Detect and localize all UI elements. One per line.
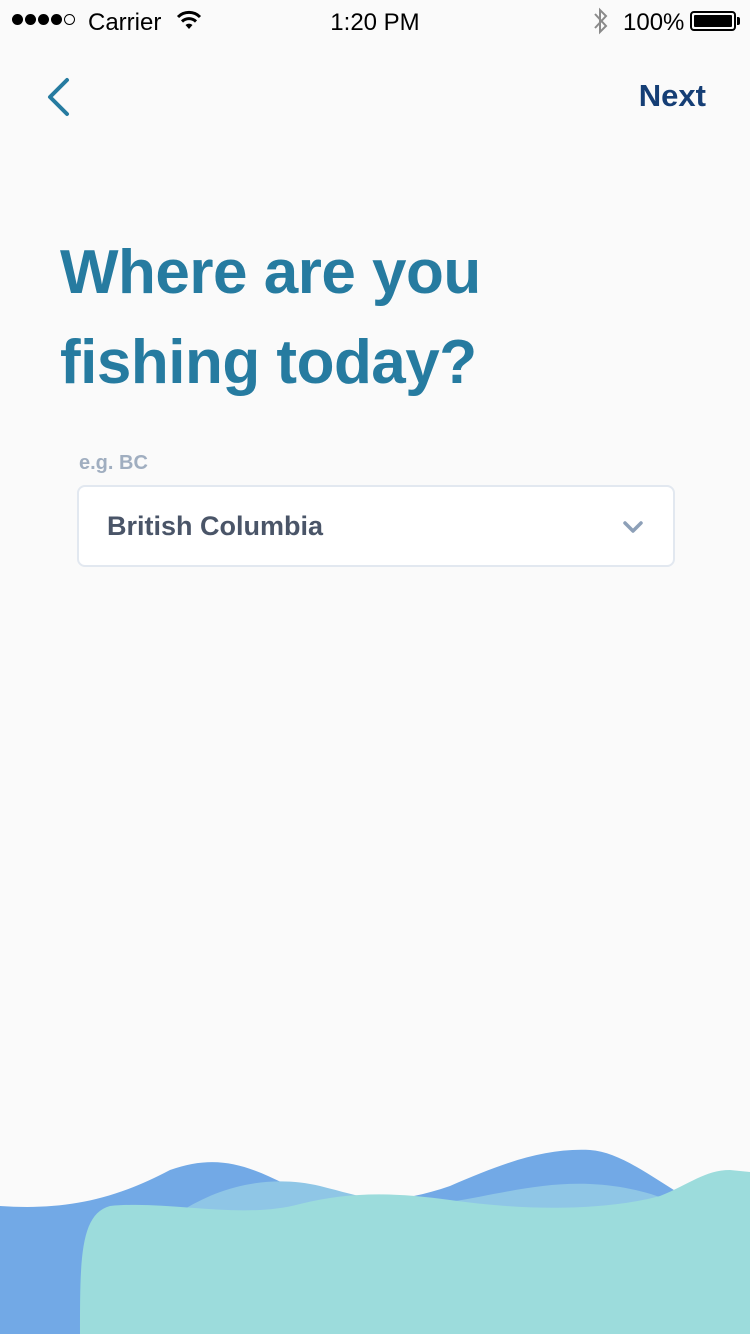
region-select[interactable]: British Columbia	[77, 485, 675, 567]
battery-cap	[737, 17, 740, 25]
region-select-value: British Columbia	[107, 511, 324, 541]
chevron-left-icon	[48, 78, 69, 116]
status-bar: Carrier 1:20 PM 100%	[0, 0, 750, 40]
field-label: e.g. BC	[79, 452, 148, 474]
battery-percentage: 100%	[623, 9, 685, 36]
battery-icon	[690, 11, 736, 31]
back-button[interactable]	[40, 74, 84, 120]
waves-illustration	[0, 1149, 750, 1334]
next-button[interactable]: Next	[639, 78, 706, 114]
chevron-down-icon	[623, 521, 643, 533]
bluetooth-icon	[591, 6, 611, 43]
page-title: Where are you fishing today?	[60, 238, 481, 397]
